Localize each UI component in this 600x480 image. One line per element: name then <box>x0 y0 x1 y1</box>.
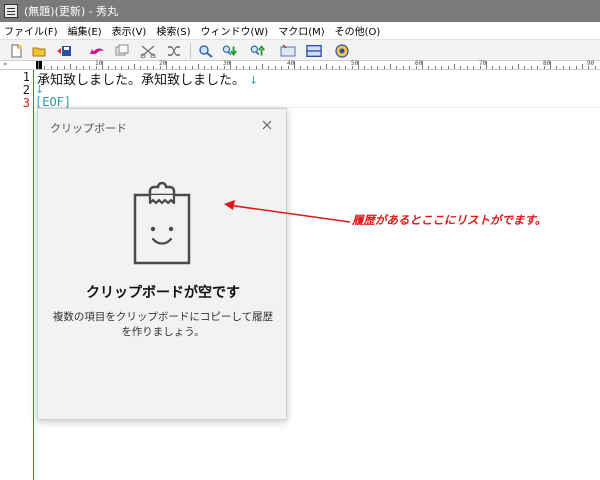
ruler-tick <box>428 66 430 69</box>
line-number: 2 <box>22 83 30 97</box>
ruler-tick <box>447 66 449 69</box>
ruler-tick <box>390 64 391 69</box>
line-number-current: 3 <box>22 96 30 110</box>
ruler-tick <box>466 66 468 69</box>
ruler-tick <box>377 66 379 69</box>
ruler-tick <box>460 66 462 69</box>
menu-edit[interactable]: 編集(E) <box>64 23 108 38</box>
cut-icon[interactable] <box>140 43 156 59</box>
window-title: (無題)(更新) - 秀丸 <box>24 5 119 18</box>
copy-icon[interactable] <box>114 43 130 59</box>
ruler-tick <box>511 66 513 69</box>
ruler-number: 50 <box>351 60 359 67</box>
close-icon[interactable] <box>260 117 274 131</box>
clipboard-panel-title: クリップボード <box>50 122 127 135</box>
ruler-tick <box>441 66 443 69</box>
menu-macro[interactable]: マクロ(M) <box>274 23 330 38</box>
ruler-tick <box>454 64 455 69</box>
ruler-tick <box>274 66 276 69</box>
ruler-tick <box>530 66 532 69</box>
ruler-tick <box>300 66 302 69</box>
menu-search[interactable]: 検索(S) <box>152 23 196 38</box>
ruler-tick <box>402 66 404 69</box>
ruler-tick <box>537 66 539 69</box>
ruler-tick <box>569 66 571 69</box>
line-number: 1 <box>22 70 30 84</box>
search-down-icon[interactable] <box>222 43 238 59</box>
ruler-tick <box>370 66 372 69</box>
ruler-tick <box>556 66 558 69</box>
save-icon[interactable] <box>56 43 72 59</box>
clipboard-empty-icon <box>133 181 191 265</box>
app-icon[interactable] <box>4 4 18 18</box>
ruler-tick <box>518 64 519 69</box>
ruler-tick <box>409 66 411 69</box>
line-text: 承知致しました。承知致しました。 <box>37 73 246 88</box>
annotation-text: 履歴があるとここにリストがでます。 <box>352 213 547 227</box>
ruler-tick <box>326 64 327 69</box>
title-bar[interactable]: (無題)(更新) - 秀丸 <box>0 0 600 22</box>
new-file-icon[interactable] <box>8 43 24 59</box>
gutter-divider <box>33 70 34 480</box>
ruler-tick <box>345 66 347 69</box>
ruler-number: 40 <box>287 60 295 67</box>
ruler-tick <box>594 66 596 69</box>
ruler-tick <box>268 66 270 69</box>
ruler-tick <box>338 66 340 69</box>
ruler-tick <box>505 66 507 69</box>
ruler-tick <box>524 66 526 69</box>
menu-view[interactable]: 表示(V) <box>108 23 153 38</box>
ruler-number: 30 <box>223 60 231 67</box>
ruler-tick <box>38 61 39 69</box>
ruler-tick <box>575 66 577 69</box>
ruler-number: 90 <box>587 60 595 67</box>
ruler-tick <box>332 66 334 69</box>
ruler-number: 80 <box>543 60 551 67</box>
toolbar <box>0 39 600 61</box>
ruler-tick <box>562 66 564 69</box>
menu-other[interactable]: その他(O) <box>331 23 387 38</box>
newline-mark: ↓ <box>249 74 259 87</box>
annotation-arrow <box>224 200 351 223</box>
toolbar-separator <box>190 43 191 59</box>
clipboard-empty-heading: クリップボードが空です <box>86 285 240 301</box>
menu-file[interactable]: ファイル(F) <box>0 23 64 38</box>
undo-icon[interactable] <box>90 43 106 59</box>
clipboard-panel: クリップボード クリップボードが空です 複数の項目をクリップボードにコピーして履… <box>37 108 287 420</box>
open-folder-icon[interactable] <box>31 43 47 59</box>
ruler-tick <box>396 66 398 69</box>
ruler-number: 60 <box>415 60 423 67</box>
ruler-number: 10 <box>95 60 103 67</box>
ruler-tick <box>492 66 494 69</box>
ruler-tick <box>319 66 321 69</box>
search-icon[interactable] <box>198 43 214 59</box>
help-icon[interactable] <box>334 43 350 59</box>
ruler-tick <box>498 66 500 69</box>
ruler-tick <box>434 66 436 69</box>
search-up-icon[interactable] <box>250 43 266 59</box>
grep-icon[interactable] <box>280 43 296 59</box>
paste-icon[interactable] <box>166 43 182 59</box>
editor-line-1[interactable]: 承知致しました。承知致しました。 ↓ <box>37 69 258 88</box>
menu-window[interactable]: ウィンドウ(W) <box>197 23 275 38</box>
ruler-tick <box>582 64 583 69</box>
ruler-lead: » <box>3 60 8 68</box>
ruler-number: 70 <box>479 60 487 67</box>
ruler-tick <box>313 66 315 69</box>
ruler-tick <box>364 66 366 69</box>
window-split-icon[interactable] <box>306 43 322 59</box>
ruler-tick <box>383 66 385 69</box>
ruler-tick <box>473 66 475 69</box>
ruler-tick <box>262 64 263 69</box>
ruler-cursor-marker <box>36 61 42 69</box>
menu-bar: ファイル(F) 編集(E) 表示(V) 検索(S) ウィンドウ(W) マクロ(M… <box>0 22 600 39</box>
ruler-tick <box>306 66 308 69</box>
ruler-tick <box>281 66 283 69</box>
clipboard-empty-description: 複数の項目をクリップボードにコピーして履歴を作りましょう。 <box>52 311 274 338</box>
ruler-number: 20 <box>159 60 167 67</box>
